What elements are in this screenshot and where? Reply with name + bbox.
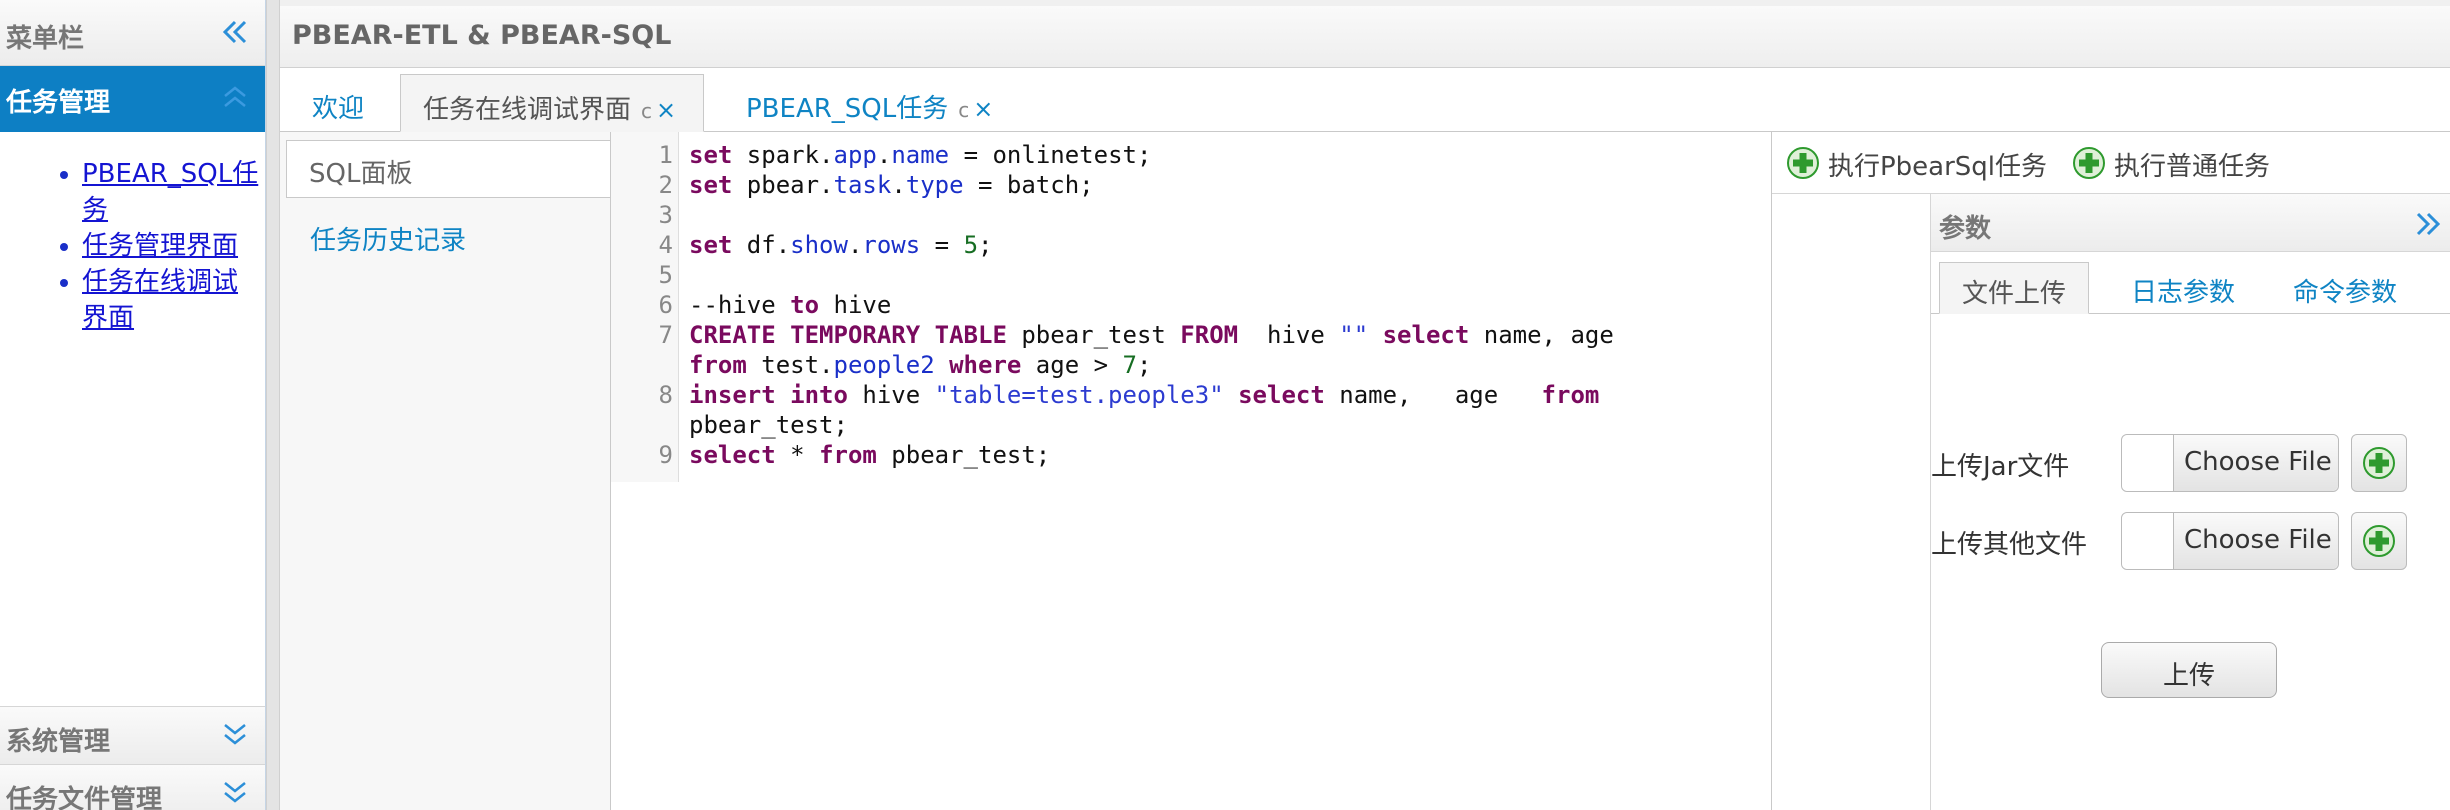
file-name-box <box>2122 513 2174 569</box>
line-number: 8 <box>658 381 673 409</box>
upload-other-row: 上传其他文件 Choose File <box>1931 512 2450 570</box>
menu-panel-title: 菜单栏 <box>6 24 85 54</box>
main-title: PBEAR-ETL & PBEAR-SQL <box>292 20 672 51</box>
line-number: 7 <box>658 321 673 349</box>
code-text: set pbear.task.type = batch; <box>689 171 1094 199</box>
section-task-file-management-title: 任务文件管理 <box>6 785 163 810</box>
menu-panel: 菜单栏 任务管理 PBEAR_SQL任务 任务管理界面 任务在线调试界面 系统管… <box>0 0 266 810</box>
right-panel: 执行PbearSql任务 执行普通任务 参数 文件上传 日志参数 命令参数 上传… <box>1772 132 2450 810</box>
tab-online-debug-label: 任务在线调试界面 <box>423 95 632 125</box>
code-text: from test.people2 where age > 7; <box>689 351 1152 379</box>
tab-pbear-sql-label: PBEAR_SQL任务 <box>746 94 949 124</box>
plus-icon <box>1787 147 1819 179</box>
sql-panel-button[interactable]: SQL面板 <box>286 140 610 198</box>
run-pbear-sql-button[interactable]: 执行PbearSql任务 <box>1786 144 2056 184</box>
line-number: 4 <box>658 231 673 259</box>
line-number: 1 <box>658 141 673 169</box>
upload-other-label: 上传其他文件 <box>1931 530 2088 560</box>
collapse-left-icon[interactable] <box>221 16 249 48</box>
run-toolbar: 执行PbearSql任务 执行普通任务 <box>1772 132 2450 194</box>
chevron-down-icon[interactable] <box>221 719 249 751</box>
close-icon[interactable]: × <box>656 96 676 124</box>
menu-link-online-debug[interactable]: 任务在线调试界面 <box>82 267 238 333</box>
plus-icon <box>2363 525 2395 557</box>
param-tab-bar: 文件上传 日志参数 命令参数 <box>1931 252 2450 314</box>
refresh-icon[interactable]: c <box>641 99 652 123</box>
task-menu-list: PBEAR_SQL任务 任务管理界面 任务在线调试界面 <box>0 132 265 336</box>
chevron-down-icon[interactable] <box>221 777 249 809</box>
choose-file-button[interactable]: Choose File <box>2174 435 2338 491</box>
layout-splitter[interactable] <box>266 0 280 810</box>
code-editor[interactable]: 1 set spark.app.name = onlinetest; 2 set pb… <box>610 132 1772 810</box>
section-task-management[interactable]: 任务管理 <box>0 66 265 132</box>
add-jar-file-button[interactable] <box>2351 434 2407 492</box>
upload-jar-row: 上传Jar文件 Choose File <box>1931 434 2450 492</box>
menu-item-pbear-sql[interactable]: PBEAR_SQL任务 <box>82 156 262 228</box>
section-system-management[interactable]: 系统管理 <box>0 706 265 764</box>
collapse-right-icon[interactable] <box>2414 208 2442 240</box>
upload-jar-label: 上传Jar文件 <box>1931 452 2070 482</box>
line-number: 5 <box>658 261 673 289</box>
code-text: insert into hive "table=test.people3" se… <box>689 381 1600 409</box>
menu-link-task-management[interactable]: 任务管理界面 <box>82 231 238 261</box>
run-pbear-sql-label: 执行PbearSql任务 <box>1828 152 2048 182</box>
tab-file-upload[interactable]: 文件上传 <box>1939 262 2090 314</box>
code-text: select * from pbear_test; <box>689 441 1051 469</box>
params-panel: 参数 文件上传 日志参数 命令参数 上传Jar文件 Choose File 上传… <box>1930 194 2450 810</box>
section-system-management-title: 系统管理 <box>6 727 111 757</box>
upload-button[interactable]: 上传 <box>2101 642 2277 698</box>
other-file-input[interactable]: Choose File <box>2121 512 2339 570</box>
line-number: 3 <box>658 201 673 229</box>
menu-link-pbear-sql[interactable]: PBEAR_SQL任务 <box>82 159 258 225</box>
tab-bar: 欢迎 任务在线调试界面 c × PBEAR_SQL任务 c × <box>280 68 2450 132</box>
choose-file-button[interactable]: Choose File <box>2174 513 2338 569</box>
tab-log-params[interactable]: 日志参数 <box>2131 262 2235 314</box>
tab-welcome-label: 欢迎 <box>312 94 365 124</box>
task-history-link[interactable]: 任务历史记录 <box>310 220 466 257</box>
section-task-management-title: 任务管理 <box>6 88 111 118</box>
menu-panel-header: 菜单栏 <box>0 0 265 66</box>
jar-file-input[interactable]: Choose File <box>2121 434 2339 492</box>
plus-icon <box>2363 447 2395 479</box>
line-number: 2 <box>658 171 673 199</box>
code-text: set spark.app.name = onlinetest; <box>689 141 1152 169</box>
run-normal-task-label: 执行普通任务 <box>2114 152 2271 182</box>
tab-online-debug[interactable]: 任务在线调试界面 c × <box>400 74 704 132</box>
tab-command-params[interactable]: 命令参数 <box>2293 262 2397 314</box>
sql-nav-panel: SQL面板 任务历史记录 <box>280 132 610 810</box>
params-title: 参数 <box>1939 214 1992 244</box>
tab-welcome[interactable]: 欢迎 <box>300 74 388 132</box>
params-header: 参数 <box>1931 194 2450 252</box>
line-number: 6 <box>658 291 673 319</box>
code-text: pbear_test; <box>689 411 848 439</box>
add-other-file-button[interactable] <box>2351 512 2407 570</box>
line-number: 9 <box>658 441 673 469</box>
refresh-icon[interactable]: c <box>958 98 969 122</box>
chevron-up-icon[interactable] <box>221 80 249 112</box>
main-panel: PBEAR-ETL & PBEAR-SQL 欢迎 任务在线调试界面 c × PBEA… <box>280 0 2450 810</box>
file-name-box <box>2122 435 2174 491</box>
main-header: PBEAR-ETL & PBEAR-SQL <box>280 0 2450 68</box>
section-task-file-management[interactable]: 任务文件管理 <box>0 764 265 810</box>
tab-pbear-sql[interactable]: PBEAR_SQL任务 c × <box>728 74 1008 132</box>
code-text: --hive to hive <box>689 291 892 319</box>
run-normal-task-button[interactable]: 执行普通任务 <box>2072 144 2282 184</box>
plus-icon <box>2073 147 2105 179</box>
code-text: CREATE TEMPORARY TABLE pbear_test FROM h… <box>689 321 1614 349</box>
code-text: set df.show.rows = 5; <box>689 231 993 259</box>
menu-item-online-debug[interactable]: 任务在线调试界面 <box>82 264 252 336</box>
close-icon[interactable]: × <box>973 95 993 123</box>
menu-item-task-management[interactable]: 任务管理界面 <box>82 228 265 264</box>
